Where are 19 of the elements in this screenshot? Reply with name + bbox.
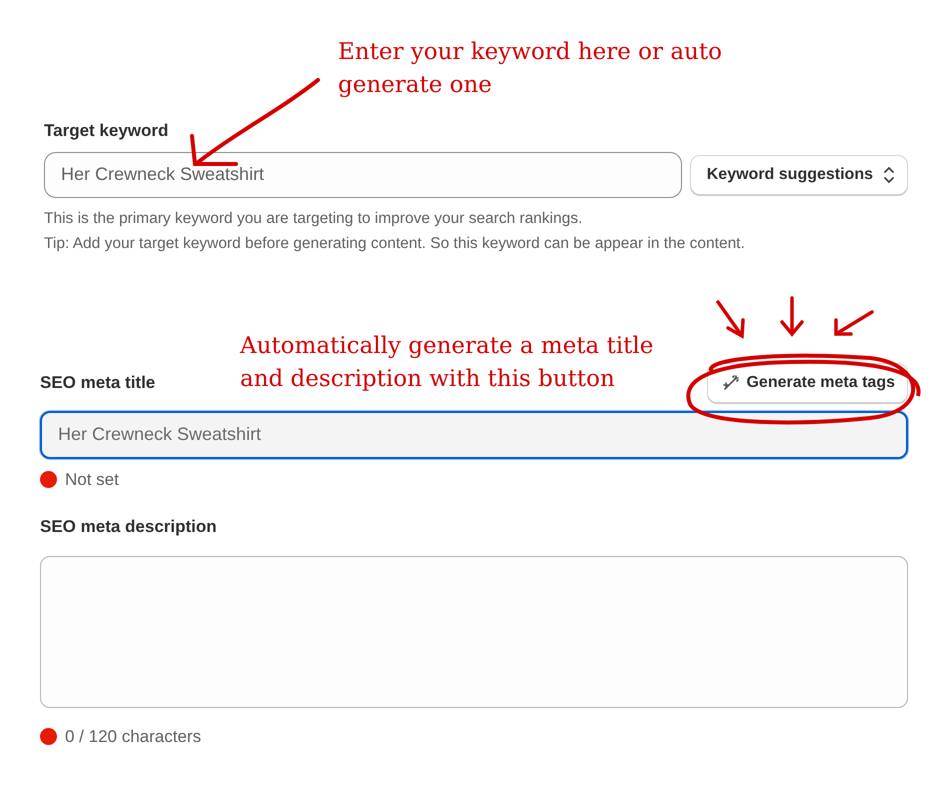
field-label: SEO meta description	[40, 516, 218, 538]
field-label: SEO meta title	[40, 372, 156, 394]
meta-description-field[interactable]	[40, 556, 908, 708]
generate-meta-tags-button[interactable]: Generate meta tags	[707, 362, 908, 402]
meta-title-field[interactable]: Her Crewneck Sweatshirt	[40, 410, 908, 458]
chevron-updown-icon	[883, 164, 895, 184]
help-text: Tip: Add your target keyword before generating content. So this keyword can be appear in the content.	[44, 234, 746, 254]
annotation-arrow	[780, 296, 804, 337]
help-text: This is the primary keyword you are targeting to improve your search rankings.	[44, 208, 584, 228]
field-label: Target keyword	[44, 120, 170, 142]
annotation-text: Automatically generate a meta title and description with this button	[240, 332, 654, 394]
annotation-arrow	[716, 300, 745, 339]
magic-wand-icon	[722, 374, 740, 392]
annotation-text: Enter your keyword here or auto generate one	[338, 38, 723, 100]
annotation-arrow	[834, 310, 874, 336]
status-text: Not set	[65, 468, 119, 490]
keyword-field[interactable]: Her Crewneck Sweatshirt	[44, 152, 682, 198]
status-text: 0 / 120 characters	[65, 726, 202, 748]
keyword-suggestions-button[interactable]: Keyword suggestions	[690, 154, 908, 194]
